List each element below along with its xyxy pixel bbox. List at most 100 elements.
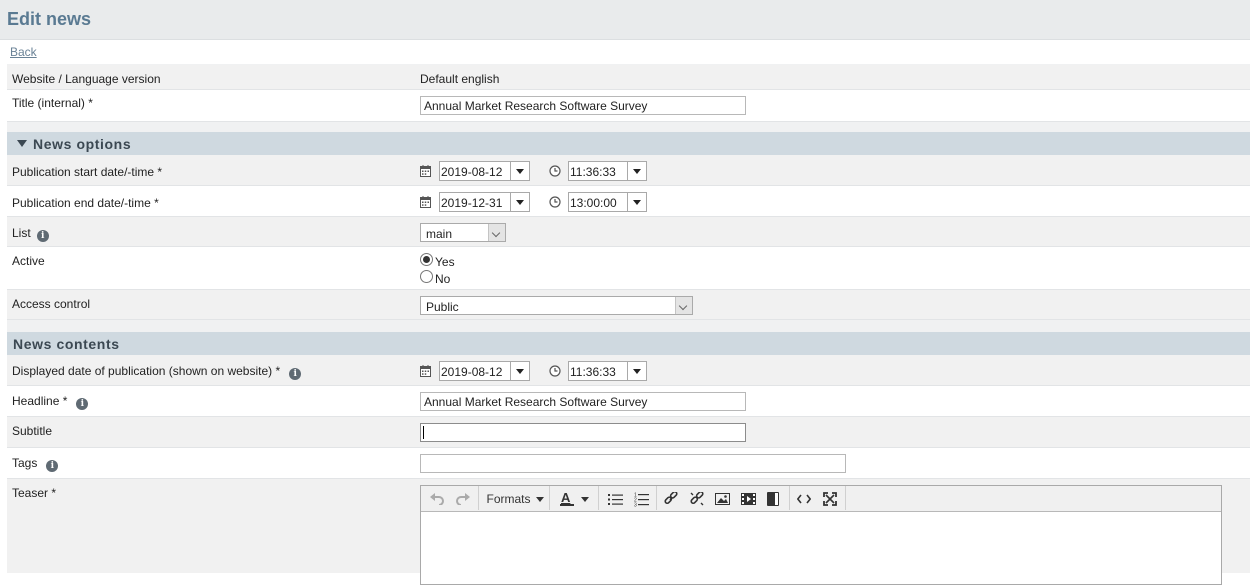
svg-text:3: 3 — [634, 502, 637, 507]
end-datetime-label: Publication end date/-time * — [12, 196, 159, 210]
tags-input[interactable] — [420, 454, 846, 473]
image-icon[interactable] — [712, 489, 732, 509]
page-header: Edit news — [0, 0, 1250, 40]
list-select[interactable]: main — [420, 223, 506, 242]
end-datetime-row: Publication end date/-time * 2019-12-31 … — [7, 186, 1250, 217]
title-row: Title (internal) * — [7, 90, 1250, 122]
editor-body[interactable] — [421, 512, 1221, 584]
news-options-title: News options — [33, 136, 132, 152]
active-yes-label[interactable]: Yes — [435, 255, 455, 269]
display-date-label-wrap: Displayed date of publication (shown on … — [12, 364, 302, 380]
subtitle-row: Subtitle — [7, 417, 1250, 448]
calendar-icon[interactable] — [420, 165, 431, 177]
subtitle-label: Subtitle — [12, 424, 53, 438]
language-label: Website / Language version — [12, 72, 161, 86]
active-label: Active — [12, 254, 45, 268]
chevron-down-icon — [535, 496, 544, 502]
display-date-select[interactable]: 2019-08-12 — [439, 361, 530, 381]
active-no-label[interactable]: No — [435, 272, 450, 286]
redo-icon[interactable] — [453, 489, 473, 509]
undo-icon[interactable] — [427, 489, 447, 509]
info-icon[interactable]: i — [76, 398, 89, 410]
toolbar-separator — [478, 486, 479, 510]
teaser-label: Teaser * — [12, 486, 57, 500]
news-options-header[interactable]: News options — [7, 132, 1250, 155]
start-datetime-label: Publication start date/-time * — [12, 165, 163, 179]
access-select[interactable]: Public — [420, 296, 693, 315]
access-label: Access control — [12, 297, 91, 311]
title-label: Title (internal) * — [12, 96, 93, 110]
toolbar-separator — [656, 486, 657, 510]
headline-label-wrap: Headline * i — [12, 394, 89, 410]
list-label: List — [12, 226, 31, 240]
start-datetime-row: Publication start date/-time * 2019-08-1… — [7, 155, 1250, 186]
calendar-icon[interactable] — [420, 196, 431, 208]
tags-label-wrap: Tags i — [12, 456, 59, 472]
display-date-row: Displayed date of publication (shown on … — [7, 355, 1250, 386]
text-cursor — [423, 426, 424, 439]
info-icon[interactable]: i — [46, 460, 59, 472]
info-icon[interactable]: i — [36, 230, 49, 242]
display-date-label: Displayed date of publication (shown on … — [12, 364, 281, 378]
end-date-value: 2019-12-31 — [441, 196, 503, 210]
page-title: Edit news — [7, 9, 92, 29]
language-value: Default english — [420, 72, 500, 86]
chevron-down-icon[interactable] — [627, 162, 647, 180]
list-value: main — [426, 227, 453, 241]
end-date-select[interactable]: 2019-12-31 — [439, 192, 530, 212]
code-icon[interactable] — [794, 489, 814, 509]
tags-label: Tags — [12, 456, 38, 470]
chevron-down-icon[interactable] — [510, 362, 530, 380]
fullscreen-icon[interactable] — [820, 489, 840, 509]
title-input[interactable] — [420, 96, 746, 115]
active-row: Active Yes No — [7, 247, 1250, 290]
display-date-value: 2019-08-12 — [441, 365, 503, 379]
teaser-editor: Formats A 123 — [420, 485, 1222, 585]
info-icon[interactable]: i — [289, 368, 302, 380]
back-link[interactable]: Back — [10, 45, 37, 59]
headline-input[interactable] — [420, 392, 746, 411]
end-time-value: 13:00:00 — [570, 196, 617, 210]
news-contents-title: News contents — [13, 336, 120, 352]
text-color-icon[interactable]: A — [555, 489, 595, 509]
start-date-select[interactable]: 2019-08-12 — [439, 161, 530, 181]
language-row: Website / Language version Default engli… — [7, 65, 1250, 90]
template-icon[interactable] — [763, 489, 783, 509]
start-time-select[interactable]: 11:36:33 — [568, 161, 647, 181]
clock-icon — [549, 196, 561, 208]
end-time-select[interactable]: 13:00:00 — [568, 192, 647, 212]
active-no-radio[interactable] — [420, 270, 433, 283]
editor-toolbar: Formats A 123 — [421, 486, 1221, 512]
start-date-value: 2019-08-12 — [441, 165, 503, 179]
active-yes-radio[interactable] — [420, 253, 433, 266]
formats-label: Formats — [486, 492, 531, 506]
toolbar-separator — [598, 486, 599, 510]
chevron-down-icon[interactable] — [510, 162, 530, 180]
display-time-select[interactable]: 11:36:33 — [568, 361, 647, 381]
chevron-down-icon[interactable] — [675, 297, 692, 314]
bullet-list-icon[interactable] — [604, 489, 626, 509]
list-label-wrap: List i — [12, 226, 49, 242]
display-time-value: 11:36:33 — [570, 365, 616, 379]
chevron-down-icon[interactable] — [627, 362, 647, 380]
calendar-icon[interactable] — [420, 365, 431, 377]
media-icon[interactable] — [738, 489, 758, 509]
toolbar-separator — [845, 486, 846, 510]
headline-label: Headline * — [12, 394, 68, 408]
access-value: Public — [426, 300, 459, 314]
news-contents-header: News contents — [7, 332, 1250, 355]
list-row: List i main — [7, 217, 1250, 247]
start-time-value: 11:36:33 — [570, 165, 616, 179]
clock-icon — [549, 165, 561, 177]
unlink-icon[interactable] — [687, 489, 707, 509]
tags-row: Tags i — [7, 448, 1250, 479]
headline-row: Headline * i — [7, 386, 1250, 417]
formats-menu[interactable]: Formats — [483, 489, 547, 509]
chevron-down-icon[interactable] — [627, 193, 647, 211]
subtitle-input[interactable] — [420, 423, 746, 442]
link-icon[interactable] — [661, 489, 681, 509]
numbered-list-icon[interactable]: 123 — [630, 489, 652, 509]
access-row: Access control Public — [7, 290, 1250, 320]
chevron-down-icon[interactable] — [488, 224, 505, 241]
chevron-down-icon[interactable] — [510, 193, 530, 211]
